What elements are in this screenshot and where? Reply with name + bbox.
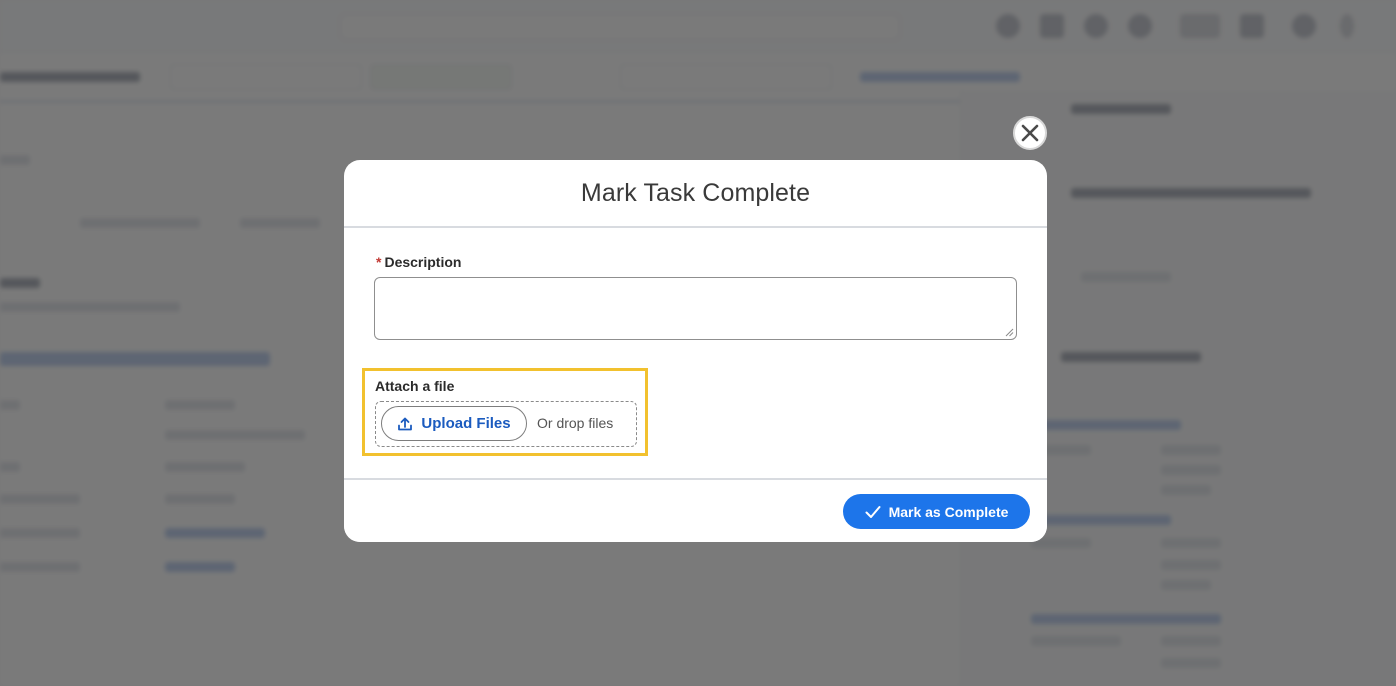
modal-header: Mark Task Complete [344,160,1047,228]
description-textarea[interactable] [374,277,1017,340]
upload-files-button[interactable]: Upload Files [381,406,527,441]
attach-file-label: Attach a file [375,378,455,394]
mark-as-complete-label: Mark as Complete [888,503,1009,520]
drop-files-text: Or drop files [537,415,614,431]
mark-task-complete-modal: Mark Task Complete * Description Attach a… [344,160,1047,542]
mark-as-complete-button[interactable]: Mark as Complete [843,494,1030,529]
check-icon [865,505,881,518]
description-label: * Description [376,254,461,270]
modal-title: Mark Task Complete [580,178,811,207]
resize-handle-icon[interactable] [1004,327,1014,337]
upload-icon [398,417,413,430]
close-icon [1021,124,1039,142]
description-label-text: Description [384,254,462,270]
modal-footer: Mark as Complete [344,478,1047,542]
required-marker: * [376,254,382,270]
close-button[interactable] [1013,116,1047,150]
upload-files-label: Upload Files [421,415,511,432]
file-drop-zone[interactable]: Upload Files Or drop files [375,401,637,447]
